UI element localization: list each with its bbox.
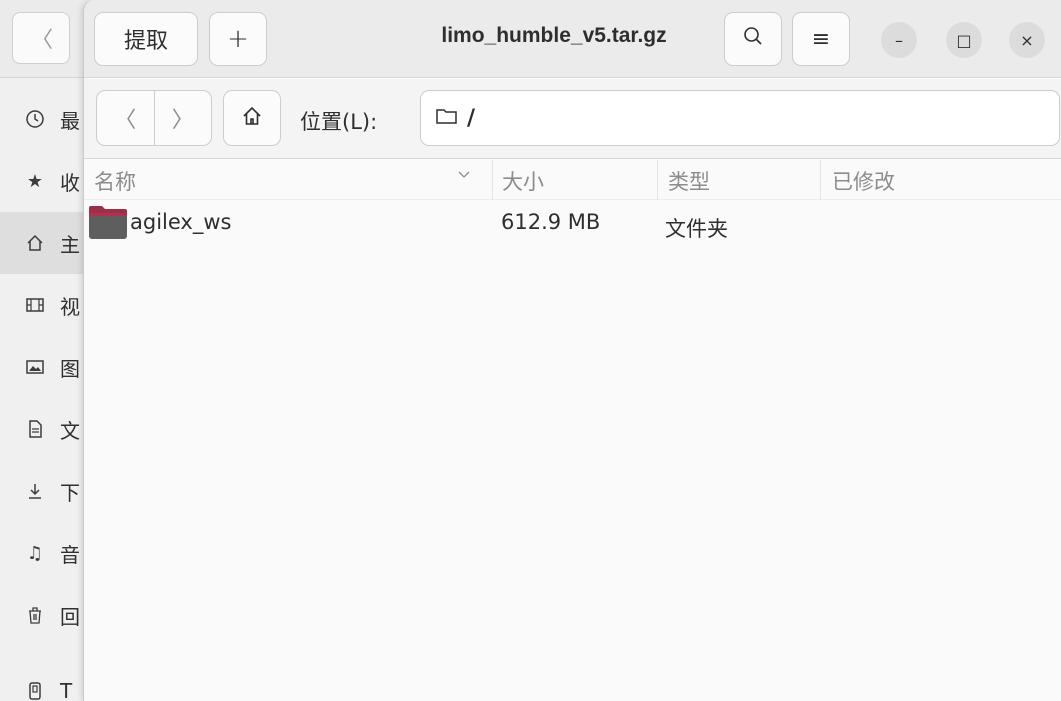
window-title: limo_humble_v5.tar.gz	[441, 24, 667, 47]
navigation-button-group: 〈 〉	[96, 90, 212, 146]
sidebar-item-downloads[interactable]: 下	[0, 460, 90, 522]
home-button[interactable]	[223, 90, 281, 146]
column-header-modified[interactable]: 已修改	[832, 166, 895, 196]
archive-manager-window: 提取 + limo_humble_v5.tar.gz ≡ – □ × 〈 〉 位…	[83, 0, 1061, 701]
forward-button[interactable]: 〉	[153, 91, 212, 145]
chevron-left-icon: 〈	[31, 28, 54, 53]
sidebar-item-label: 收	[60, 170, 80, 195]
row-name: agilex_ws	[130, 210, 232, 234]
column-header-name[interactable]: 名称	[94, 166, 136, 196]
file-list-header: 名称 大小 类型 已修改	[84, 160, 1061, 200]
sidebar-item-pictures[interactable]: 图	[0, 336, 90, 398]
sidebar-item-home[interactable]: 主	[0, 212, 90, 274]
sidebar-item-videos[interactable]: 视	[0, 274, 90, 336]
sidebar-item-label: 视	[60, 294, 80, 319]
star-icon: ★	[26, 170, 44, 192]
column-divider	[820, 160, 821, 200]
sidebar-item-trash[interactable]: 回	[0, 584, 90, 646]
drive-icon	[24, 680, 46, 701]
background-sidebar: 最 ★ 收 主 视 图 文 下 ♫ 音 回 T	[0, 78, 90, 701]
sidebar-item-starred[interactable]: ★ 收	[0, 150, 90, 212]
column-divider	[657, 160, 658, 200]
minimize-button[interactable]: –	[881, 22, 917, 58]
minimize-icon: –	[895, 30, 903, 50]
sidebar-item-recent[interactable]: 最	[0, 88, 90, 150]
home-icon	[24, 232, 46, 254]
row-type: 文件夹	[665, 217, 728, 241]
row-size: 612.9 MB	[501, 210, 601, 234]
trash-icon	[24, 604, 46, 626]
download-icon	[24, 480, 46, 502]
close-icon: ×	[1020, 30, 1034, 50]
sidebar-item-label: 下	[60, 480, 80, 505]
location-path: /	[467, 105, 476, 131]
search-icon	[742, 25, 764, 53]
chevron-right-icon: 〉	[171, 108, 194, 133]
clock-icon	[24, 108, 46, 130]
location-label: 位置(L):	[300, 110, 378, 134]
sort-descending-icon	[457, 168, 471, 186]
film-icon	[24, 294, 46, 316]
archive-header-bar: 提取 + limo_humble_v5.tar.gz ≡ – □ ×	[84, 0, 1061, 78]
sidebar-item-documents[interactable]: 文	[0, 398, 90, 460]
chevron-left-icon: 〈	[114, 108, 137, 133]
sidebar-item-label: 最	[60, 108, 80, 133]
back-button[interactable]: 〈	[97, 91, 154, 145]
hamburger-menu-icon: ≡	[811, 26, 831, 52]
music-icon: ♫	[26, 542, 44, 564]
search-button[interactable]	[724, 12, 782, 66]
sidebar-item-label: 主	[60, 232, 80, 257]
close-button[interactable]: ×	[1009, 22, 1045, 58]
document-icon	[24, 418, 46, 440]
location-bar: 〈 〉 位置(L): /	[84, 79, 1061, 159]
column-divider	[492, 160, 493, 200]
sidebar-item-drive[interactable]: T	[0, 660, 90, 701]
column-header-type[interactable]: 类型	[668, 166, 710, 196]
maximize-icon: □	[956, 30, 972, 50]
add-files-button[interactable]: +	[209, 12, 267, 66]
background-back-button[interactable]: 〈	[12, 12, 70, 64]
folder-icon	[435, 106, 459, 130]
home-icon	[241, 105, 263, 131]
maximize-button[interactable]: □	[946, 22, 982, 58]
folder-icon	[88, 204, 128, 240]
sidebar-item-label: 图	[60, 356, 80, 381]
sidebar-item-label: 回	[60, 604, 80, 629]
sidebar-item-label: T	[60, 679, 73, 701]
table-row[interactable]: agilex_ws 612.9 MB 文件夹	[84, 200, 1061, 244]
sidebar-item-music[interactable]: ♫ 音	[0, 522, 90, 584]
location-field[interactable]: /	[420, 90, 1060, 146]
main-menu-button[interactable]: ≡	[792, 12, 850, 66]
extract-button[interactable]: 提取	[94, 12, 198, 66]
column-header-size[interactable]: 大小	[502, 166, 544, 196]
sidebar-item-label: 文	[60, 418, 80, 443]
image-icon	[24, 356, 46, 378]
sidebar-item-label: 音	[60, 542, 80, 567]
